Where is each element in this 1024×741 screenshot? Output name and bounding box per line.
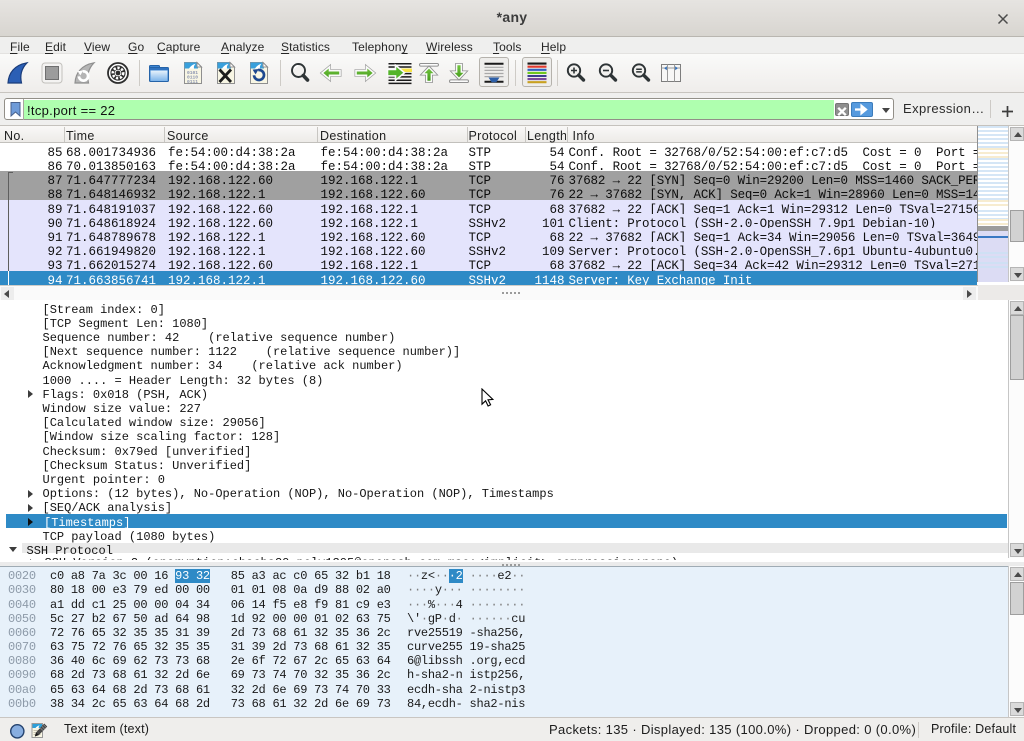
svg-text:0111: 0111 xyxy=(187,79,198,85)
